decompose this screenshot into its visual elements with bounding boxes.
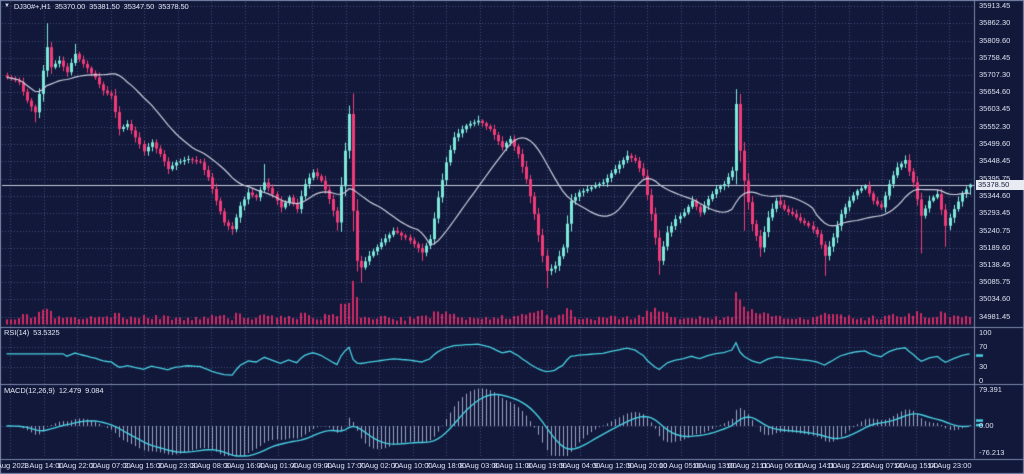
trading-chart-window: ▼ DJ30#+,H1 35370.00 35381.50 35347.50 3… xyxy=(0,0,1024,474)
price-axis-label: 35603.45 xyxy=(979,105,1010,113)
macd-axis-label: 0.00 xyxy=(979,422,994,430)
low-value: 35347.50 xyxy=(124,2,154,11)
price-axis-label: 35809.60 xyxy=(979,37,1010,45)
macd-caption: MACD(12,26,9) 12.479 9.084 xyxy=(4,386,103,395)
rsi-axis-label: 70 xyxy=(979,343,987,351)
price-axis-label: 35344.60 xyxy=(979,192,1010,200)
price-axis-label: 35654.60 xyxy=(979,88,1010,96)
macd-axis-label: -76.213 xyxy=(979,449,1004,457)
price-axis-label: 35293.45 xyxy=(979,209,1010,217)
price-axis-label: 35034.60 xyxy=(979,295,1010,303)
rsi-axis-label: 100 xyxy=(979,329,992,337)
price-axis-label: 35240.75 xyxy=(979,227,1010,235)
price-axis-label: 34981.45 xyxy=(979,313,1010,321)
macd-signal-value: 9.084 xyxy=(85,386,103,395)
price-axis-label: 35758.45 xyxy=(979,54,1010,62)
price-axis-label: 35138.45 xyxy=(979,261,1010,269)
price-axis-label: 35552.30 xyxy=(979,123,1010,131)
price-axis-label: 35448.45 xyxy=(979,157,1010,165)
price-axis-label: 35862.30 xyxy=(979,19,1010,27)
price-axis-label: 35707.30 xyxy=(979,71,1010,79)
rsi-caption: RSI(14) 53.5325 xyxy=(4,328,60,337)
macd-value: 12.479 xyxy=(59,386,81,395)
rsi-axis-label: 30 xyxy=(979,363,987,371)
time-axis-label: 14 Aug 23:00 xyxy=(919,462,979,470)
chart-canvas[interactable] xyxy=(0,0,1024,474)
close-value: 35378.50 xyxy=(158,2,188,11)
rsi-axis-label: 0 xyxy=(979,377,983,385)
price-axis-label: 35085.75 xyxy=(979,278,1010,286)
symbol-timeframe: DJ30#+,H1 xyxy=(14,2,51,11)
rsi-value: 53.5325 xyxy=(33,328,59,337)
price-axis-label: 35499.60 xyxy=(979,140,1010,148)
symbol-ohlc-readout: ▼ DJ30#+,H1 35370.00 35381.50 35347.50 3… xyxy=(4,2,189,11)
high-value: 35381.50 xyxy=(89,2,119,11)
open-value: 35370.00 xyxy=(55,2,85,11)
rsi-label: RSI(14) xyxy=(4,328,29,337)
price-axis-label: 35913.45 xyxy=(979,2,1010,10)
macd-axis-label: 79.391 xyxy=(979,386,1002,394)
price-axis-label: 35189.60 xyxy=(979,244,1010,252)
macd-label: MACD(12,26,9) xyxy=(4,386,55,395)
symbol-dropdown-icon[interactable]: ▼ xyxy=(4,2,10,11)
current-price-tag: 35378.50 xyxy=(976,180,1024,190)
